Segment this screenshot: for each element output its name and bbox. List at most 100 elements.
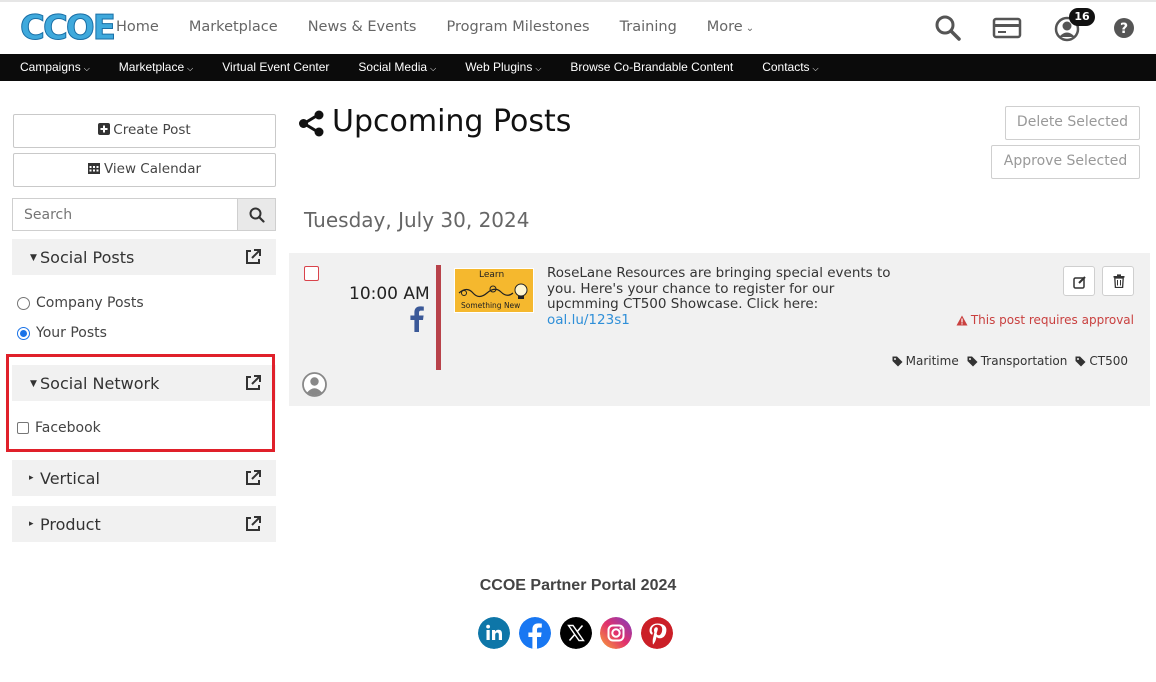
tag-icon [892, 356, 903, 366]
panel-vertical[interactable]: ▸ Vertical [12, 460, 276, 496]
thumb-line2: Something New [461, 301, 521, 310]
instagram-icon[interactable] [600, 617, 632, 649]
search-input[interactable] [13, 199, 239, 230]
tag[interactable]: CT500 [1075, 354, 1128, 368]
warning-icon [956, 315, 968, 325]
thumbnail-image: Learn Something New [455, 269, 533, 312]
tag-icon [967, 356, 978, 366]
trash-icon [1113, 274, 1125, 288]
approval-notice: This post requires approval [956, 313, 1134, 327]
nav-training[interactable]: Training [620, 19, 677, 35]
caret-right-icon: ▸ [29, 519, 34, 529]
nav-more[interactable]: More ⌄ [707, 19, 754, 35]
subnav-browse-co-brandable[interactable]: Browse Co-Brandable Content [570, 60, 733, 74]
tag[interactable]: Transportation [967, 354, 1068, 368]
subnav-marketplace[interactable]: Marketplace ⌵ [119, 60, 193, 74]
svg-text:?: ? [1120, 21, 1128, 37]
footer-text: CCOE Partner Portal 2024 [479, 577, 677, 594]
panel-vertical-title: Vertical [40, 469, 100, 488]
panel-social-posts-title: Social Posts [40, 248, 135, 267]
author-avatar-icon [302, 372, 327, 397]
chevron-down-icon: ⌵ [83, 64, 90, 73]
approval-notice-text: This post requires approval [970, 313, 1134, 327]
post-link[interactable]: oal.lu/123s1 [547, 312, 630, 328]
subnav-campaigns-label: Campaigns [20, 60, 81, 74]
post-select-checkbox[interactable] [304, 266, 319, 281]
delete-post-button[interactable] [1102, 266, 1134, 296]
approve-selected-button[interactable]: Approve Selected [991, 145, 1140, 179]
panel-product-title: Product [40, 515, 101, 534]
chevron-down-icon: ⌵ [430, 64, 437, 73]
view-calendar-button[interactable]: View Calendar [13, 153, 276, 187]
search-icon[interactable] [934, 14, 962, 42]
radio-your-posts[interactable]: Your Posts [17, 325, 107, 341]
notification-badge: 16 [1069, 8, 1095, 26]
create-post-label: Create Post [113, 122, 191, 138]
subnav-virtual-event-center[interactable]: Virtual Event Center [222, 60, 329, 74]
facebook-icon[interactable] [519, 617, 551, 649]
subnav-campaigns[interactable]: Campaigns ⌵ [20, 60, 90, 74]
secondary-nav: Campaigns ⌵ Marketplace ⌵ Virtual Event Ce… [20, 60, 848, 74]
share-icon [299, 110, 324, 137]
post-thumbnail[interactable]: Learn Something New [454, 268, 534, 313]
post-text: RoseLane Resources are bringing special … [547, 265, 891, 312]
nav-news-events[interactable]: News & Events [308, 19, 417, 35]
logo-text: CCOE [19, 8, 116, 49]
subnav-web-plugins-label: Web Plugins [465, 60, 533, 74]
chevron-down-icon: ⌵ [812, 64, 819, 73]
post-card: 10:00 AM Learn Something New RoseLane Re… [289, 253, 1150, 406]
radio-button[interactable] [17, 296, 30, 310]
thumb-line1: Learn [479, 270, 505, 280]
subnav-contacts[interactable]: Contacts ⌵ [762, 60, 818, 74]
caret-right-icon: ▸ [29, 473, 34, 483]
panel-product[interactable]: ▸ Product [12, 506, 276, 542]
view-calendar-label: View Calendar [103, 161, 202, 177]
radio-button-selected[interactable] [17, 326, 30, 340]
nav-marketplace[interactable]: Marketplace [189, 19, 278, 35]
delete-selected-button[interactable]: Delete Selected [1005, 106, 1140, 140]
sidebar-search [12, 198, 276, 231]
edit-icon [1073, 276, 1086, 289]
post-status-bar [436, 265, 441, 370]
panel-social-posts[interactable]: ▼ Social Posts [12, 239, 276, 275]
facebook-icon [410, 306, 424, 332]
linkedin-icon[interactable] [478, 617, 510, 649]
radio-company-posts[interactable]: Company Posts [17, 295, 144, 311]
edit-post-button[interactable] [1063, 266, 1095, 296]
subnav-web-plugins[interactable]: Web Plugins ⌵ [465, 60, 541, 74]
chevron-down-icon: ⌵ [187, 64, 194, 73]
create-post-button[interactable]: Create Post [13, 114, 276, 148]
secondary-navbar: Campaigns ⌵ Marketplace ⌵ Virtual Event Ce… [0, 54, 1156, 81]
plus-square-icon [98, 123, 111, 135]
tag-label: CT500 [1089, 354, 1128, 368]
page-title: Upcoming Posts [332, 104, 572, 139]
nav-program-milestones[interactable]: Program Milestones [447, 19, 590, 35]
chevron-down-icon: ⌄ [745, 23, 755, 34]
external-link-icon[interactable] [244, 515, 262, 533]
tag[interactable]: Maritime [892, 354, 959, 368]
thumbnail-graphic [458, 283, 528, 299]
search-button[interactable] [237, 199, 275, 230]
tag-label: Transportation [980, 354, 1068, 368]
radio-company-posts-label: Company Posts [36, 295, 144, 311]
nav-more-label: More [706, 19, 743, 35]
help-icon[interactable]: ? [1113, 14, 1135, 42]
tag-label: Maritime [905, 354, 959, 368]
subnav-social-media[interactable]: Social Media ⌵ [358, 60, 436, 74]
credit-card-icon[interactable] [992, 14, 1022, 42]
highlight-box [6, 354, 275, 452]
caret-down-icon: ▼ [30, 253, 37, 263]
subnav-social-media-label: Social Media [358, 60, 428, 74]
post-body: RoseLane Resources are bringing special … [547, 265, 892, 328]
external-link-icon[interactable] [244, 469, 262, 487]
post-tags: Maritime Transportation CT500 [884, 354, 1128, 368]
post-time: 10:00 AM [349, 284, 430, 304]
ccoe-logo[interactable]: CCOE [19, 8, 116, 50]
date-heading: Tuesday, July 30, 2024 [304, 208, 530, 232]
external-link-icon[interactable] [244, 248, 262, 266]
subnav-contacts-label: Contacts [762, 60, 810, 74]
nav-home[interactable]: Home [116, 19, 159, 35]
x-icon[interactable] [560, 617, 592, 649]
tag-icon [1075, 356, 1086, 366]
pinterest-icon[interactable] [641, 617, 673, 649]
